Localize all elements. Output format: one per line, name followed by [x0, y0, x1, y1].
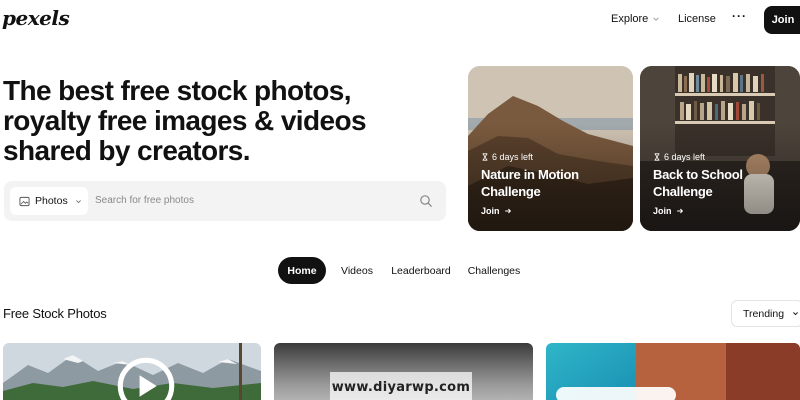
- more-menu-button[interactable]: ···: [732, 9, 747, 23]
- pexels-logo[interactable]: pexels: [2, 6, 70, 30]
- challenge-timer: 6 days left: [653, 152, 705, 162]
- watermark: www.diyarwp.com: [330, 372, 472, 400]
- search-bar: Photos Search for free photos: [4, 181, 446, 221]
- nav-explore[interactable]: Explore: [611, 13, 660, 25]
- phone-photo: [546, 343, 800, 400]
- join-button[interactable]: Join: [764, 6, 800, 34]
- image-icon: [19, 196, 30, 206]
- tab-home[interactable]: Home: [278, 257, 326, 284]
- challenge-card-nature[interactable]: 6 days left Nature in Motion Challenge J…: [468, 66, 633, 231]
- arrow-right-icon: [676, 208, 683, 214]
- challenge-join-link[interactable]: Join: [653, 206, 684, 216]
- search-icon[interactable]: [419, 194, 433, 208]
- chevron-down-icon: [653, 17, 660, 21]
- challenge-title: Back to School Challenge: [653, 167, 743, 199]
- hero-title: The best free stock photos, royalty free…: [3, 75, 367, 166]
- section-title: Free Stock Photos: [3, 306, 107, 321]
- tab-challenges[interactable]: Challenges: [464, 257, 524, 284]
- play-icon: [117, 357, 175, 400]
- search-type-dropdown[interactable]: Photos: [10, 187, 88, 215]
- nav-license[interactable]: License: [678, 13, 716, 25]
- top-navigation: pexels Explore License ··· Join: [0, 0, 800, 40]
- time-left-label: 6 days left: [664, 152, 706, 162]
- challenge-timer: 6 days left: [481, 152, 533, 162]
- photo-tile-phone[interactable]: [546, 343, 800, 400]
- chevron-down-icon: [793, 312, 799, 316]
- challenge-title: Nature in Motion Challenge: [481, 167, 579, 199]
- challenge-join-label: Join: [653, 206, 672, 216]
- challenge-card-school[interactable]: 6 days left Back to School Challenge Joi…: [640, 66, 800, 231]
- challenge-join-link[interactable]: Join: [481, 206, 512, 216]
- content-tabs: Home Videos Leaderboard Challenges: [0, 257, 800, 284]
- search-input[interactable]: Search for free photos: [95, 195, 194, 206]
- nav-explore-label: Explore: [611, 13, 649, 25]
- hourglass-icon: [654, 153, 660, 161]
- challenge-join-label: Join: [481, 206, 500, 216]
- chevron-down-icon: [75, 199, 81, 203]
- time-left-label: 6 days left: [492, 152, 534, 162]
- photo-tile-mountains[interactable]: [3, 343, 261, 400]
- search-type-label: Photos: [35, 195, 68, 207]
- tab-videos[interactable]: Videos: [336, 257, 378, 284]
- arrow-right-icon: [504, 208, 511, 214]
- tab-leaderboard[interactable]: Leaderboard: [388, 257, 454, 284]
- sort-dropdown[interactable]: Trending: [731, 300, 800, 327]
- hourglass-icon: [482, 153, 488, 161]
- sort-label: Trending: [743, 307, 785, 320]
